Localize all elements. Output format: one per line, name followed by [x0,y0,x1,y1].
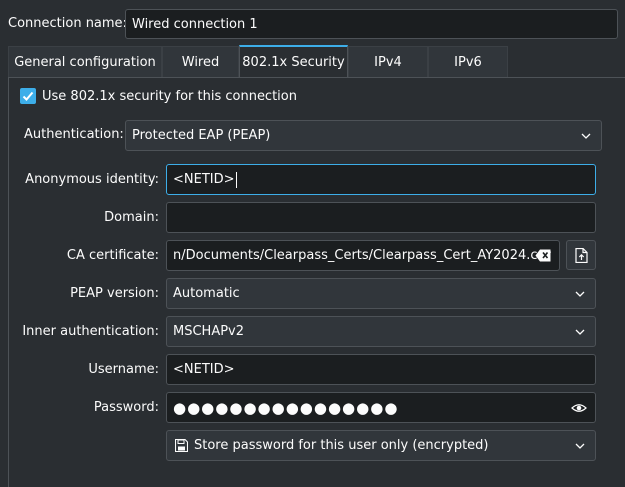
password-storage-select[interactable]: Store password for this user only (encry… [166,430,596,461]
username-label: Username: [88,362,159,377]
anonymous-identity-label: Anonymous identity: [25,172,159,187]
connection-name-input[interactable]: Wired connection 1 [125,9,618,39]
tab-label: IPv6 [454,54,482,70]
peap-version-select[interactable]: Automatic [166,278,596,309]
username-input[interactable]: <NETID> [166,354,596,385]
inner-authentication-select[interactable]: MSCHAPv2 [166,316,596,347]
ca-certificate-value: n/Documents/Clearpass_Certs/Clearpass_Ce… [173,248,551,263]
checkmark-icon [22,91,34,101]
tab-bar: General configuration Wired 802.1x Secur… [8,45,508,78]
inner-authentication-label: Inner authentication: [22,324,159,339]
save-icon [175,439,188,452]
connection-name-label: Connection name: [8,16,127,31]
show-password-eye-icon[interactable] [571,401,587,415]
password-storage-value: Store password for this user only (encry… [194,438,489,453]
tab-ipv6[interactable]: IPv6 [428,46,508,77]
browse-certificate-button[interactable] [566,240,596,270]
inner-authentication-value: MSCHAPv2 [173,324,245,339]
anonymous-identity-input[interactable]: <NETID> [166,164,596,195]
tab-label: 802.1x Security [242,55,345,70]
tab-label: Wired [181,54,220,70]
text-cursor [235,171,237,188]
domain-input[interactable] [166,202,596,233]
anonymous-identity-value: <NETID> [173,172,235,187]
connection-name-value: Wired connection 1 [132,16,258,32]
password-input[interactable]: ●●●●●●●●●●●●●●●● [166,392,596,423]
chevron-down-icon [575,329,585,335]
tab-label: General configuration [14,54,156,70]
peap-version-value: Automatic [173,286,240,301]
open-file-icon [575,248,588,263]
chevron-down-icon [575,291,585,297]
authentication-label: Authentication: [24,127,124,142]
tab-wired[interactable]: Wired [162,46,239,77]
domain-label: Domain: [104,210,159,225]
authentication-select[interactable]: Protected EAP (PEAP) [125,120,602,151]
password-masked-value: ●●●●●●●●●●●●●●●● [173,398,399,417]
authentication-value: Protected EAP (PEAP) [132,128,271,143]
password-label: Password: [93,400,159,415]
clear-text-icon[interactable] [535,249,551,262]
chevron-down-icon [581,133,591,139]
chevron-down-icon [575,443,585,449]
ca-certificate-label: CA certificate: [66,248,159,263]
ca-certificate-input[interactable]: n/Documents/Clearpass_Certs/Clearpass_Ce… [166,240,560,271]
tab-8021x-security[interactable]: 802.1x Security [239,45,348,78]
tab-general-configuration[interactable]: General configuration [8,46,162,77]
tab-ipv4[interactable]: IPv4 [348,46,428,77]
use-8021x-checkbox[interactable] [20,88,36,104]
tab-label: IPv4 [374,54,402,70]
use-8021x-label[interactable]: Use 802.1x security for this connection [42,89,297,104]
username-value: <NETID> [173,362,235,377]
peap-version-label: PEAP version: [70,286,159,301]
